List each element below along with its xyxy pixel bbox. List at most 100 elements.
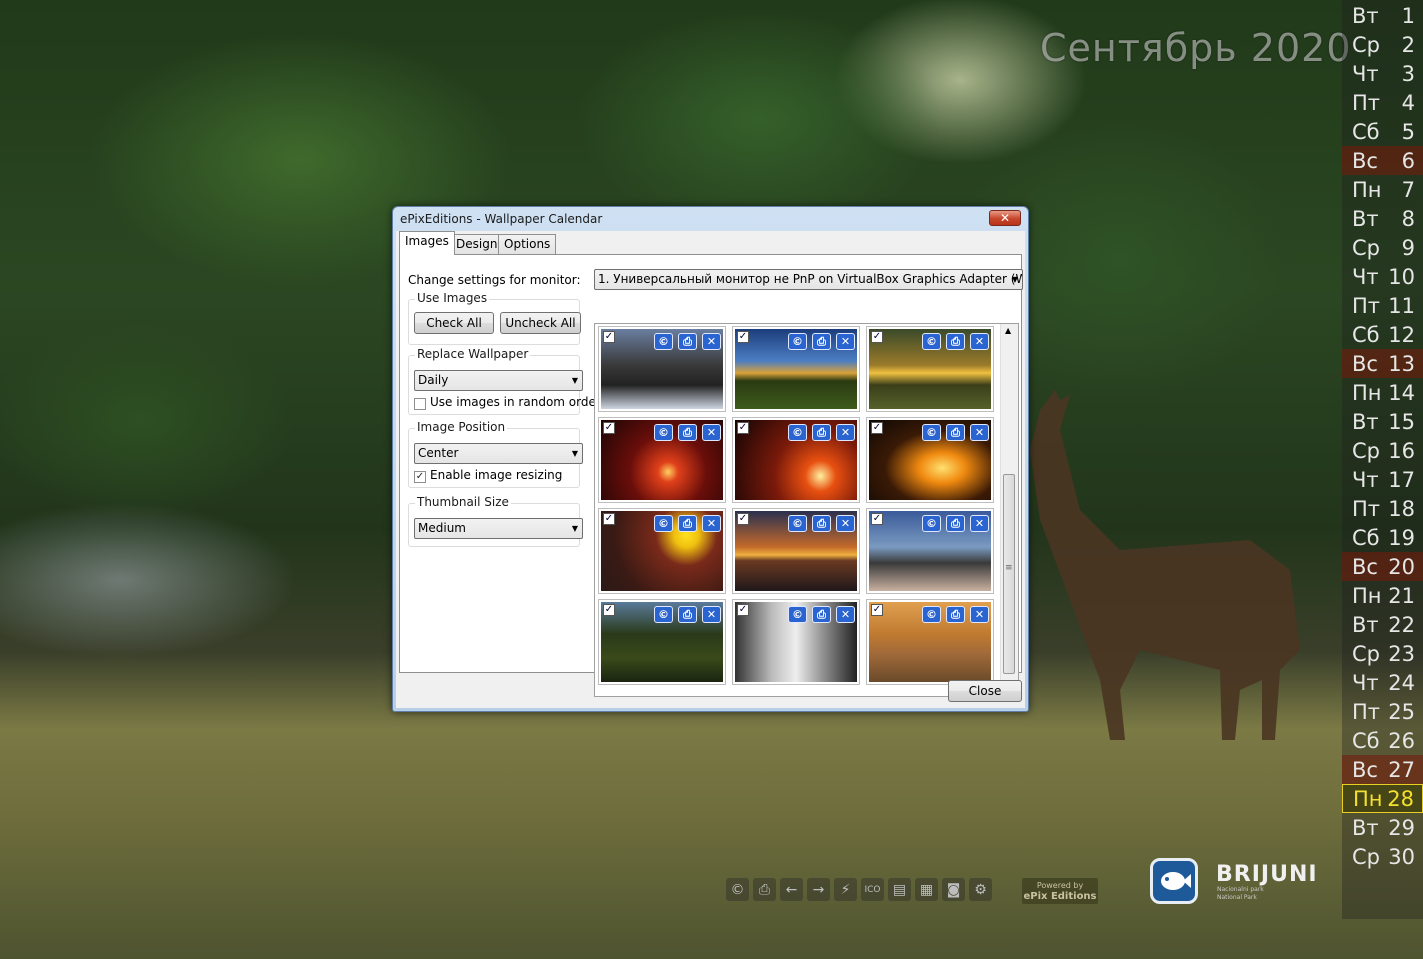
calendar-weekday: Пн bbox=[1352, 583, 1382, 608]
check-all-button[interactable]: Check All bbox=[414, 312, 494, 334]
print-icon[interactable]: ⎙ bbox=[753, 878, 776, 901]
close-icon[interactable]: ✕ bbox=[970, 424, 989, 441]
sunset-over-sea-thumbnail[interactable]: ✓ © ⎙ ✕ bbox=[732, 508, 860, 594]
thumbnail-checkbox[interactable]: ✓ bbox=[871, 604, 883, 616]
print-icon[interactable]: ⎙ bbox=[812, 333, 831, 350]
calendar-weekday: Сб bbox=[1352, 525, 1380, 550]
arrow-right-icon[interactable]: → bbox=[807, 878, 830, 901]
copyright-icon[interactable]: © bbox=[654, 606, 673, 623]
copyright-icon[interactable]: © bbox=[654, 515, 673, 532]
plug-icon[interactable]: ⚡ bbox=[834, 878, 857, 901]
yellow-sun-coast-thumbnail[interactable]: ✓ © ⎙ ✕ bbox=[598, 508, 726, 594]
window-titlebar[interactable]: ePixEditions - Wallpaper Calendar ✕ bbox=[393, 207, 1028, 231]
close-icon[interactable]: ✕ bbox=[702, 333, 721, 350]
thumbnail-size-title: Thumbnail Size bbox=[415, 495, 511, 509]
powered-by-badge[interactable]: Powered by ePix Editions bbox=[1022, 878, 1098, 904]
calendar-month-title: Сентябрь 2020 bbox=[1040, 26, 1352, 70]
image-position-select[interactable]: Center ▼ bbox=[414, 443, 583, 464]
random-order-label: Use images in random order bbox=[430, 395, 601, 409]
print-icon[interactable]: ⎙ bbox=[678, 424, 697, 441]
red-sunset-silhouette-thumbnail[interactable]: ✓ © ⎙ ✕ bbox=[598, 417, 726, 503]
copyright-icon[interactable]: © bbox=[654, 424, 673, 441]
scroll-thumb[interactable]: ≡ bbox=[1003, 474, 1015, 674]
calendar-day: Вс 27 bbox=[1342, 755, 1423, 784]
forest-snow-thumbnail[interactable]: ✓ © ⎙ ✕ bbox=[598, 326, 726, 412]
scroll-up-icon[interactable]: ▲ bbox=[1005, 326, 1011, 335]
close-icon[interactable]: ✕ bbox=[970, 333, 989, 350]
calendar-weekday: Чт bbox=[1352, 467, 1379, 492]
grid-icon[interactable]: ▦ bbox=[915, 878, 938, 901]
print-icon[interactable]: ⎙ bbox=[812, 606, 831, 623]
print-icon[interactable]: ⎙ bbox=[946, 606, 965, 623]
sun-through-trees-thumbnail[interactable]: ✓ © ⎙ ✕ bbox=[866, 326, 994, 412]
thumbnail-checkbox[interactable]: ✓ bbox=[871, 513, 883, 525]
print-icon[interactable]: ⎙ bbox=[678, 606, 697, 623]
copyright-icon[interactable]: © bbox=[654, 333, 673, 350]
copyright-icon[interactable]: © bbox=[922, 515, 941, 532]
trees-sunset-sea-thumbnail[interactable]: ✓ © ⎙ ✕ bbox=[866, 599, 994, 685]
monitor-select[interactable]: 1. Универсальный монитор не PnP on Virtu… bbox=[594, 269, 1023, 290]
close-icon[interactable]: ✕ bbox=[702, 424, 721, 441]
thumbnail-checkbox[interactable]: ✓ bbox=[871, 331, 883, 343]
close-icon[interactable]: ✕ bbox=[836, 333, 855, 350]
copyright-icon[interactable]: © bbox=[922, 424, 941, 441]
document-icon[interactable]: ▤ bbox=[888, 878, 911, 901]
calendar-weekday: Ср bbox=[1352, 235, 1380, 260]
arrow-left-icon[interactable]: ← bbox=[780, 878, 803, 901]
tree-by-sea-thumbnail[interactable]: ✓ © ⎙ ✕ bbox=[866, 508, 994, 594]
print-icon[interactable]: ⎙ bbox=[946, 333, 965, 350]
thumbnail-checkbox[interactable]: ✓ bbox=[603, 331, 615, 343]
print-icon[interactable]: ⎙ bbox=[946, 424, 965, 441]
green-forest-path-thumbnail[interactable]: ✓ © ⎙ ✕ bbox=[598, 599, 726, 685]
thumbnail-checkbox[interactable]: ✓ bbox=[737, 331, 749, 343]
calendar-weekday: Ср bbox=[1352, 641, 1380, 666]
tab-images[interactable]: Images bbox=[399, 231, 455, 255]
thumbnail-checkbox[interactable]: ✓ bbox=[603, 513, 615, 525]
random-order-checkbox[interactable] bbox=[414, 398, 426, 410]
close-icon[interactable]: ✕ bbox=[702, 515, 721, 532]
thumbnail-checkbox[interactable]: ✓ bbox=[737, 513, 749, 525]
ico-icon[interactable]: ICO bbox=[861, 878, 884, 901]
close-icon[interactable]: ✕ bbox=[836, 606, 855, 623]
close-icon[interactable]: ✕ bbox=[970, 606, 989, 623]
calendar-date: 23 bbox=[1388, 641, 1415, 666]
calendar-weekday: Сб bbox=[1352, 119, 1380, 144]
print-icon[interactable]: ⎙ bbox=[946, 515, 965, 532]
thumbnail-checkbox[interactable]: ✓ bbox=[871, 422, 883, 434]
print-icon[interactable]: ⎙ bbox=[812, 424, 831, 441]
uncheck-all-button[interactable]: Uncheck All bbox=[500, 312, 581, 334]
close-icon[interactable]: ✕ bbox=[836, 515, 855, 532]
orange-sun-tree-thumbnail[interactable]: ✓ © ⎙ ✕ bbox=[732, 417, 860, 503]
gear-icon[interactable]: ⚙ bbox=[969, 878, 992, 901]
thumbnail-size-select[interactable]: Medium ▼ bbox=[414, 518, 583, 539]
close-icon[interactable]: ✕ bbox=[970, 515, 989, 532]
print-icon[interactable]: ⎙ bbox=[678, 515, 697, 532]
print-icon[interactable]: ⎙ bbox=[812, 515, 831, 532]
tree-sunset-meadow-thumbnail[interactable]: ✓ © ⎙ ✕ bbox=[732, 326, 860, 412]
camera-icon[interactable]: ◙ bbox=[942, 878, 965, 901]
print-icon[interactable]: ⎙ bbox=[678, 333, 697, 350]
tab-options[interactable]: Options bbox=[498, 234, 557, 254]
thumbnail-checkbox[interactable]: ✓ bbox=[603, 604, 615, 616]
close-icon[interactable]: ✕ bbox=[702, 606, 721, 623]
close-icon[interactable]: ✕ bbox=[836, 424, 855, 441]
copyright-icon[interactable]: © bbox=[788, 515, 807, 532]
golden-sunset-thumbnail[interactable]: ✓ © ⎙ ✕ bbox=[866, 417, 994, 503]
window-close-button[interactable]: ✕ bbox=[989, 210, 1021, 226]
copyright-icon[interactable]: © bbox=[788, 333, 807, 350]
copyright-icon[interactable]: © bbox=[788, 606, 807, 623]
calendar-date: 8 bbox=[1401, 206, 1415, 231]
replace-wallpaper-select[interactable]: Daily ▼ bbox=[414, 370, 583, 391]
copyright-icon[interactable]: © bbox=[726, 878, 749, 901]
thumbnail-checkbox[interactable]: ✓ bbox=[603, 422, 615, 434]
copyright-icon[interactable]: © bbox=[922, 606, 941, 623]
tab-design[interactable]: Design bbox=[450, 234, 504, 254]
thumbnail-checkbox[interactable]: ✓ bbox=[737, 604, 749, 616]
misty-forest-thumbnail[interactable]: ✓ © ⎙ ✕ bbox=[732, 599, 860, 685]
thumbnail-checkbox[interactable]: ✓ bbox=[737, 422, 749, 434]
image-resizing-checkbox[interactable]: ✓ bbox=[414, 471, 426, 483]
thumbnail-scrollbar[interactable]: ▲ ≡ ▼ bbox=[1000, 324, 1018, 696]
copyright-icon[interactable]: © bbox=[922, 333, 941, 350]
close-button[interactable]: Close bbox=[948, 680, 1022, 702]
copyright-icon[interactable]: © bbox=[788, 424, 807, 441]
